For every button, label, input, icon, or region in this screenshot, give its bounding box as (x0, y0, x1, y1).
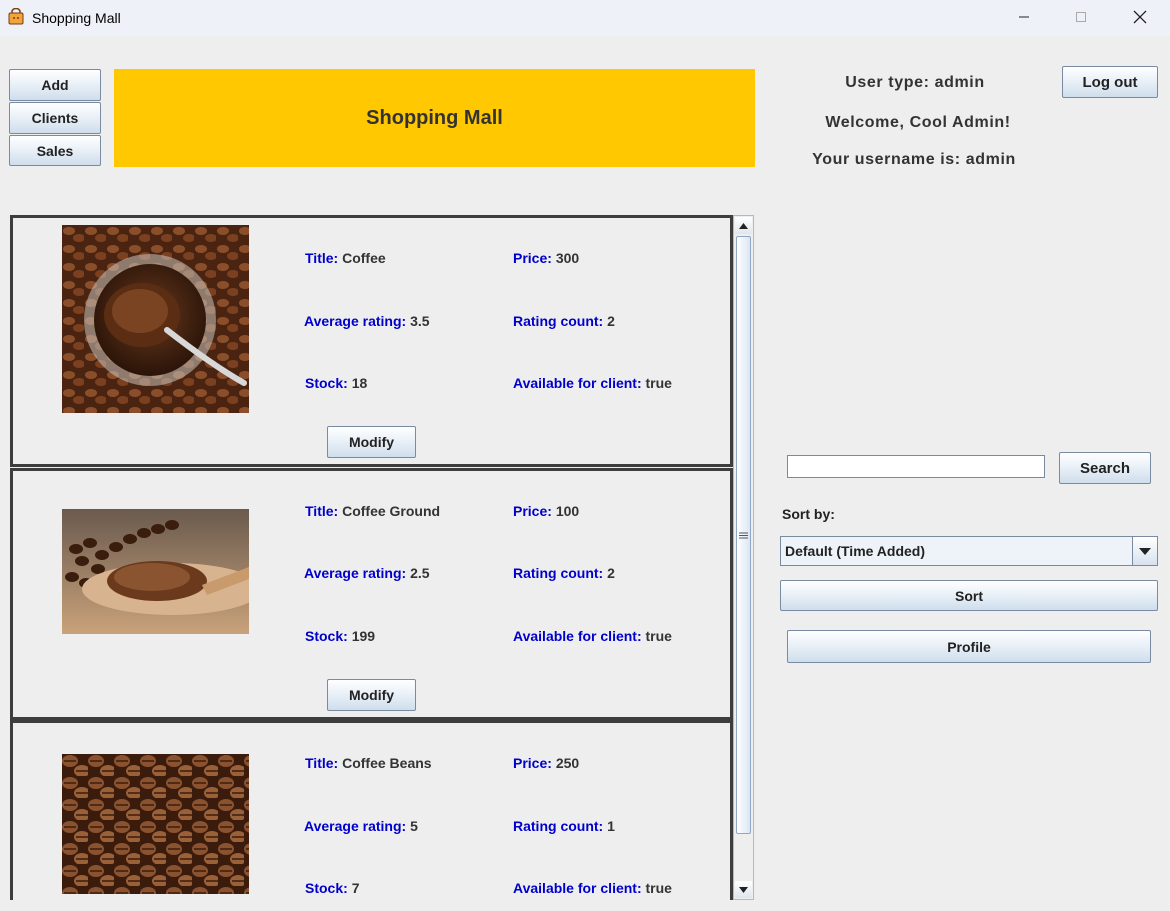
sort-select[interactable]: Default (Time Added) (780, 536, 1158, 566)
sort-button[interactable]: Sort (780, 580, 1158, 611)
product-list-scrollbar[interactable] (733, 215, 754, 900)
product-price: Price: 100 (513, 503, 580, 519)
product-image (62, 754, 249, 894)
product-image (62, 225, 249, 413)
product-stock: Stock: 199 (305, 628, 376, 644)
search-input[interactable] (787, 455, 1045, 478)
coffee-ground-icon (62, 509, 249, 634)
scrollbar-thumb[interactable] (736, 236, 751, 834)
minimize-button[interactable] (1010, 6, 1038, 28)
window-title: Shopping Mall (32, 10, 121, 26)
product-average-rating: Average rating: 2.5 (304, 565, 430, 581)
product-rating-count: Rating count: 1 (513, 818, 615, 834)
product-title: Title: Coffee (305, 250, 386, 266)
maximize-icon (1076, 12, 1086, 22)
product-price: Price: 300 (513, 250, 580, 266)
product-image (62, 509, 249, 634)
arrow-up-icon (739, 222, 748, 229)
coffee-jar-icon (62, 225, 249, 413)
product-card: Title: Coffee Price: 300 Average rating:… (10, 215, 733, 467)
product-available: Available for client: true (513, 880, 672, 896)
product-rating-count: Rating count: 2 (513, 565, 615, 581)
scroll-down-button[interactable] (735, 881, 752, 898)
modify-button[interactable]: Modify (327, 679, 416, 711)
product-rating-count: Rating count: 2 (513, 313, 615, 329)
product-stock: Stock: 18 (305, 375, 368, 391)
sales-button[interactable]: Sales (9, 135, 101, 166)
sort-by-label: Sort by: (782, 506, 835, 522)
product-average-rating: Average rating: 5 (304, 818, 418, 834)
coffee-beans-icon (62, 754, 249, 894)
profile-button[interactable]: Profile (787, 630, 1151, 663)
username-text: Your username is: admin (812, 151, 1016, 168)
welcome-text: Welcome, Cool Admin! (825, 114, 1011, 131)
product-title: Title: Coffee Beans (305, 755, 432, 771)
close-icon (1133, 10, 1147, 24)
sort-selected-value: Default (Time Added) (785, 543, 926, 559)
logout-button[interactable]: Log out (1062, 66, 1158, 98)
close-button[interactable] (1126, 6, 1154, 28)
add-button[interactable]: Add (9, 69, 101, 101)
product-available: Available for client: true (513, 628, 672, 644)
product-available: Available for client: true (513, 375, 672, 391)
grip-icon (739, 532, 748, 538)
product-stock: Stock: 7 (305, 880, 360, 896)
clients-button[interactable]: Clients (9, 102, 101, 134)
product-title: Title: Coffee Ground (305, 503, 441, 519)
title-bar: Shopping Mall (0, 0, 1170, 36)
product-price: Price: 250 (513, 755, 580, 771)
user-type-text: User type: admin (845, 74, 985, 91)
shopping-bag-icon (8, 8, 24, 25)
product-list[interactable]: Title: Coffee Price: 300 Average rating:… (10, 215, 733, 900)
product-card: Title: Coffee Beans Price: 250 Average r… (10, 720, 733, 900)
product-average-rating: Average rating: 3.5 (304, 313, 430, 329)
minimize-icon (1019, 16, 1029, 18)
banner: Shopping Mall (114, 69, 755, 167)
maximize-button[interactable] (1067, 6, 1095, 28)
scroll-up-button[interactable] (735, 217, 752, 234)
search-button[interactable]: Search (1059, 452, 1151, 484)
arrow-down-icon (739, 886, 748, 893)
product-card: Title: Coffee Ground Price: 100 Average … (10, 468, 733, 720)
chevron-down-icon (1139, 547, 1151, 555)
sort-dropdown-button[interactable] (1132, 537, 1157, 565)
modify-button[interactable]: Modify (327, 426, 416, 458)
banner-title: Shopping Mall (366, 106, 503, 129)
